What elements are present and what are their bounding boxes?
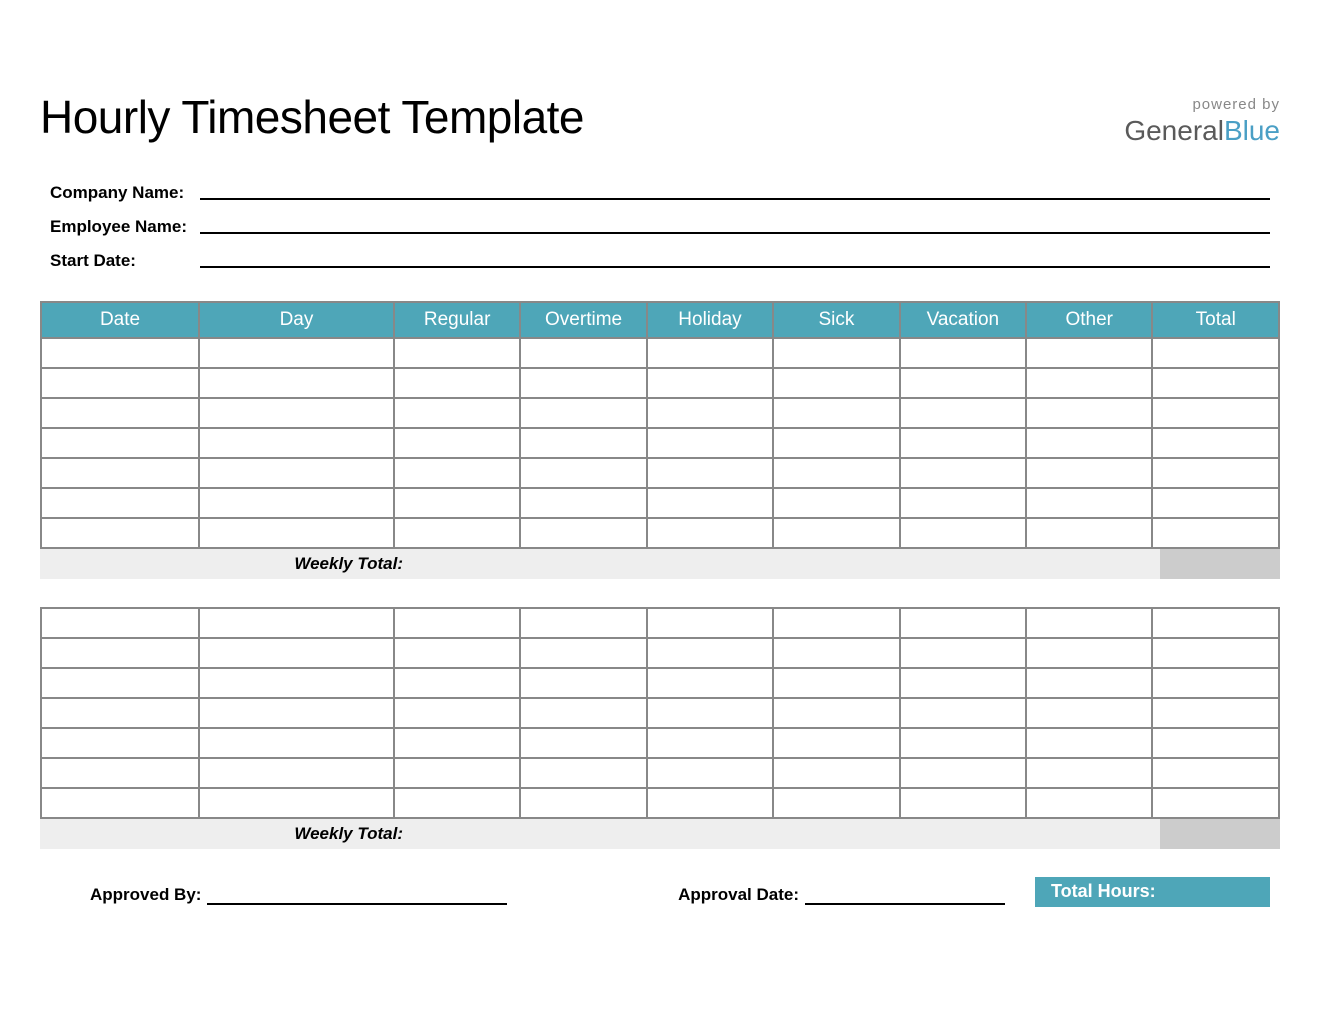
col-header-sick: Sick bbox=[773, 302, 899, 338]
table-row[interactable] bbox=[41, 368, 1279, 398]
weekly-total-label: Weekly Total: bbox=[40, 819, 415, 849]
weekly-total-row-1: Weekly Total: bbox=[40, 549, 1280, 579]
col-header-overtime: Overtime bbox=[520, 302, 646, 338]
table-row[interactable] bbox=[41, 458, 1279, 488]
weekly-total-label: Weekly Total: bbox=[40, 549, 415, 579]
approval-date-input[interactable] bbox=[805, 903, 1005, 905]
approved-by-label: Approved By: bbox=[50, 885, 207, 907]
col-header-total: Total bbox=[1152, 302, 1279, 338]
employee-name-label: Employee Name: bbox=[50, 217, 200, 237]
col-header-regular: Regular bbox=[394, 302, 520, 338]
approval-date-label: Approval Date: bbox=[678, 885, 805, 907]
approved-by-input[interactable] bbox=[207, 903, 507, 905]
company-name-input[interactable] bbox=[200, 198, 1270, 200]
table-row[interactable] bbox=[41, 728, 1279, 758]
timesheet-table-week1: Date Day Regular Overtime Holiday Sick V… bbox=[40, 301, 1280, 549]
start-date-input[interactable] bbox=[200, 266, 1270, 268]
timesheet-table-week2 bbox=[40, 607, 1280, 819]
start-date-label: Start Date: bbox=[50, 251, 200, 271]
total-hours-label: Total Hours: bbox=[1035, 877, 1270, 907]
table-row[interactable] bbox=[41, 338, 1279, 368]
table-row[interactable] bbox=[41, 488, 1279, 518]
table-row[interactable] bbox=[41, 608, 1279, 638]
powered-by-text: powered by bbox=[1124, 96, 1280, 113]
weekly-total-value bbox=[1160, 819, 1280, 849]
col-header-vacation: Vacation bbox=[900, 302, 1026, 338]
table-row[interactable] bbox=[41, 398, 1279, 428]
table-row[interactable] bbox=[41, 788, 1279, 818]
table-row[interactable] bbox=[41, 758, 1279, 788]
brand-logo: powered by GeneralBlue bbox=[1124, 90, 1280, 147]
table-row[interactable] bbox=[41, 518, 1279, 548]
col-header-other: Other bbox=[1026, 302, 1152, 338]
table-row[interactable] bbox=[41, 698, 1279, 728]
company-name-label: Company Name: bbox=[50, 183, 200, 203]
table-row[interactable] bbox=[41, 638, 1279, 668]
col-header-holiday: Holiday bbox=[647, 302, 773, 338]
brand-name-part2: Blue bbox=[1224, 115, 1280, 146]
weekly-total-value bbox=[1160, 549, 1280, 579]
employee-name-input[interactable] bbox=[200, 232, 1270, 234]
brand-name-part1: General bbox=[1124, 115, 1224, 146]
weekly-total-row-2: Weekly Total: bbox=[40, 819, 1280, 849]
table-row[interactable] bbox=[41, 428, 1279, 458]
col-header-day: Day bbox=[199, 302, 394, 338]
page-title: Hourly Timesheet Template bbox=[40, 90, 584, 144]
col-header-date: Date bbox=[41, 302, 199, 338]
table-row[interactable] bbox=[41, 668, 1279, 698]
